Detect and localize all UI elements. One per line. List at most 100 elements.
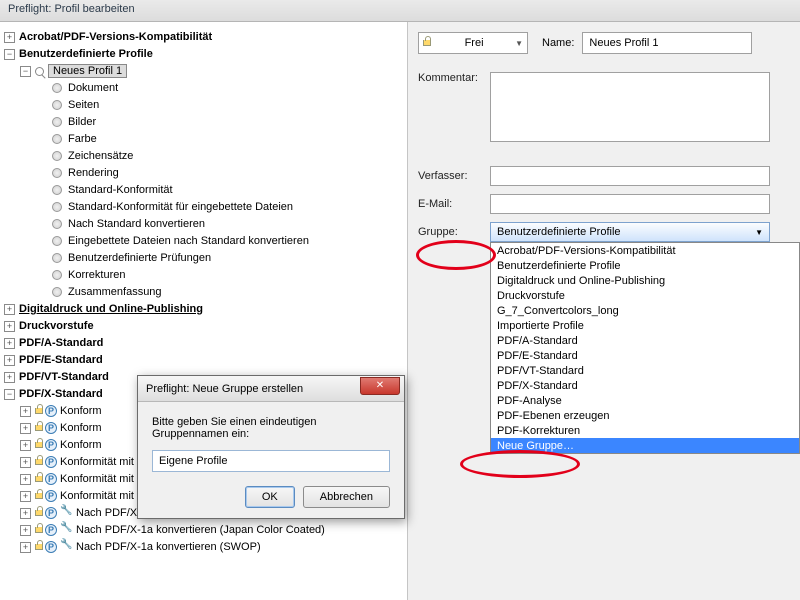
dropdown-option[interactable]: PDF/X-Standard — [491, 378, 799, 393]
status-dot-icon — [52, 253, 62, 263]
cancel-button[interactable]: Abbrechen — [303, 486, 390, 508]
lock-icon — [35, 510, 43, 516]
chevron-down-icon: ▼ — [515, 39, 523, 48]
tree-item[interactable]: Nach PDF/X-1a konvertieren (SWOP) — [76, 541, 261, 553]
tree-item[interactable]: Standard-Konformität für eingebettete Da… — [68, 201, 293, 213]
group-dropdown-list[interactable]: Acrobat/PDF-Versions-Kompatibilität Benu… — [490, 242, 800, 454]
tree-item[interactable]: Zusammenfassung — [68, 286, 162, 298]
tree-item[interactable]: Rendering — [68, 167, 119, 179]
expander-icon[interactable]: + — [20, 474, 31, 485]
lock-icon — [35, 544, 43, 550]
lock-icon — [35, 527, 43, 533]
tree-category[interactable]: Druckvorstufe — [19, 320, 94, 332]
magnifier-icon — [35, 67, 44, 76]
tree-item[interactable]: Eingebettete Dateien nach Standard konve… — [68, 235, 309, 247]
profile-name-input[interactable] — [582, 32, 752, 54]
comment-textarea[interactable] — [490, 72, 770, 142]
tree-item[interactable]: Nach Standard konvertieren — [68, 218, 205, 230]
tree-item[interactable]: Korrekturen — [68, 269, 125, 281]
tree-category[interactable]: Benutzerdefinierte Profile — [19, 48, 153, 60]
status-dot-icon — [52, 100, 62, 110]
close-button[interactable]: ✕ — [360, 377, 400, 395]
profile-p-icon: P — [45, 473, 57, 485]
expander-icon[interactable]: + — [20, 542, 31, 553]
author-label: Verfasser: — [418, 170, 490, 182]
tree-profile-selected[interactable]: Neues Profil 1 — [48, 64, 127, 78]
group-name-input[interactable] — [152, 450, 390, 472]
tree-category[interactable]: PDF/A-Standard — [19, 337, 103, 349]
status-dot-icon — [52, 117, 62, 127]
status-dot-icon — [52, 287, 62, 297]
tree-category[interactable]: PDF/E-Standard — [19, 354, 103, 366]
lock-icon — [35, 442, 43, 448]
dropdown-option[interactable]: Acrobat/PDF-Versions-Kompatibilität — [491, 243, 799, 258]
expander-icon[interactable]: + — [20, 491, 31, 502]
dialog-titlebar[interactable]: Preflight: Neue Gruppe erstellen ✕ — [138, 376, 404, 402]
dropdown-option[interactable]: Importierte Profile — [491, 318, 799, 333]
dropdown-option[interactable]: Druckvorstufe — [491, 288, 799, 303]
ok-button[interactable]: OK — [245, 486, 295, 508]
dropdown-option[interactable]: G_7_Convertcolors_long — [491, 303, 799, 318]
expander-icon[interactable]: + — [4, 372, 15, 383]
tree-category[interactable]: PDF/VT-Standard — [19, 371, 109, 383]
expander-icon[interactable]: + — [20, 525, 31, 536]
dropdown-option[interactable]: PDF/E-Standard — [491, 348, 799, 363]
dropdown-option[interactable]: PDF-Korrekturen — [491, 423, 799, 438]
tree-item[interactable]: Konform — [60, 405, 102, 417]
lock-icon — [35, 408, 43, 414]
tree-item[interactable]: Nach PDF/X-1a konvertieren (Japan Color … — [76, 524, 325, 536]
email-input[interactable] — [490, 194, 770, 214]
lock-status-combo[interactable]: Frei ▼ — [418, 32, 528, 54]
expander-icon[interactable]: + — [20, 508, 31, 519]
status-dot-icon — [52, 185, 62, 195]
group-dropdown-header[interactable]: Benutzerdefinierte Profile ▼ — [490, 222, 770, 242]
dropdown-option[interactable]: PDF/A-Standard — [491, 333, 799, 348]
expander-icon[interactable]: + — [20, 406, 31, 417]
expander-icon[interactable]: + — [4, 304, 15, 315]
email-label: E-Mail: — [418, 198, 490, 210]
tree-item[interactable]: Farbe — [68, 133, 97, 145]
tree-item[interactable]: Bilder — [68, 116, 96, 128]
dropdown-option[interactable]: PDF-Analyse — [491, 393, 799, 408]
wrench-icon — [60, 524, 72, 536]
expander-icon[interactable]: + — [20, 423, 31, 434]
dropdown-option[interactable]: PDF/VT-Standard — [491, 363, 799, 378]
status-dot-icon — [52, 151, 62, 161]
expander-icon[interactable]: + — [4, 321, 15, 332]
tree-item[interactable]: Zeichensätze — [68, 150, 133, 162]
dropdown-option[interactable]: PDF-Ebenen erzeugen — [491, 408, 799, 423]
dialog-body: Bitte geben Sie einen eindeutigen Gruppe… — [138, 402, 404, 518]
dropdown-option[interactable]: Benutzerdefinierte Profile — [491, 258, 799, 273]
dropdown-option[interactable]: Digitaldruck und Online-Publishing — [491, 273, 799, 288]
group-dropdown[interactable]: Benutzerdefinierte Profile ▼ Acrobat/PDF… — [490, 222, 770, 242]
tree-item[interactable]: Konform — [60, 422, 102, 434]
status-dot-icon — [52, 202, 62, 212]
expander-icon[interactable]: + — [20, 457, 31, 468]
expander-icon[interactable]: − — [4, 49, 15, 60]
profile-p-icon: P — [45, 490, 57, 502]
tree-item[interactable]: Dokument — [68, 82, 118, 94]
tree-category[interactable]: PDF/X-Standard — [19, 388, 103, 400]
profile-p-icon: P — [45, 456, 57, 468]
dropdown-option-new-group[interactable]: Neue Gruppe… — [491, 438, 799, 453]
profile-p-icon: P — [45, 507, 57, 519]
expander-icon[interactable]: + — [4, 32, 15, 43]
group-label: Gruppe: — [418, 226, 490, 238]
tree-category[interactable]: Acrobat/PDF-Versions-Kompatibilität — [19, 31, 212, 43]
expander-icon[interactable]: − — [4, 389, 15, 400]
name-label: Name: — [542, 37, 574, 49]
tree-item[interactable]: Benutzerdefinierte Prüfungen — [68, 252, 211, 264]
tree-category[interactable]: Digitaldruck und Online-Publishing — [19, 303, 203, 315]
author-input[interactable] — [490, 166, 770, 186]
profile-p-icon: P — [45, 439, 57, 451]
tree-item[interactable]: Seiten — [68, 99, 99, 111]
expander-icon[interactable]: + — [20, 440, 31, 451]
tree-item[interactable]: Standard-Konformität — [68, 184, 173, 196]
expander-icon[interactable]: − — [20, 66, 31, 77]
status-dot-icon — [52, 168, 62, 178]
tree-item[interactable]: Konform — [60, 439, 102, 451]
status-dot-icon — [52, 219, 62, 229]
expander-icon[interactable]: + — [4, 338, 15, 349]
lock-status-label: Frei — [465, 37, 484, 49]
expander-icon[interactable]: + — [4, 355, 15, 366]
